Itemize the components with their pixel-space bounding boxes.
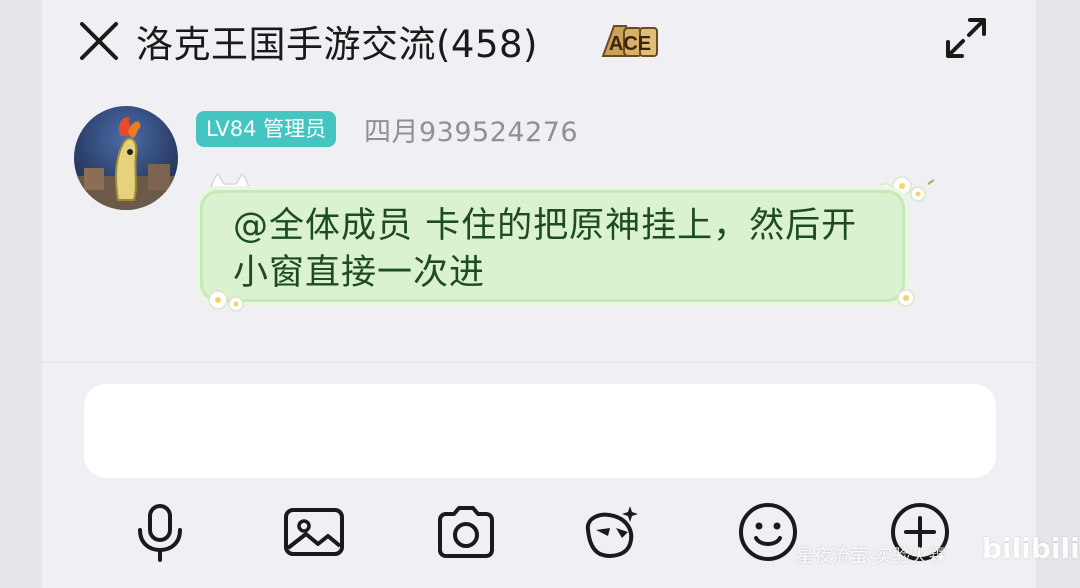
avatar-image xyxy=(74,117,178,210)
chat-header: 洛克王国手游交流(458) ACE xyxy=(0,0,1080,80)
ace-badge-label: ACE xyxy=(609,33,651,55)
emoji-button[interactable] xyxy=(736,500,800,564)
divider xyxy=(42,362,1036,363)
message-input[interactable] xyxy=(84,384,996,478)
watermark-text: 星夜流萤-实验火霖 xyxy=(796,546,947,567)
image-icon xyxy=(284,508,344,556)
message-bubble[interactable]: @全体成员 卡住的把原神挂上，然后开小窗直接一次进 xyxy=(192,170,937,320)
flower-decoration-icon xyxy=(897,289,915,307)
close-button[interactable] xyxy=(78,20,120,62)
sticker-icon xyxy=(585,506,638,558)
left-edge xyxy=(0,0,42,588)
level-admin-badge: LV84 管理员 xyxy=(196,111,337,147)
message-text: @全体成员 卡住的把原神挂上，然后开小窗直接一次进 xyxy=(233,206,858,293)
camera-button[interactable] xyxy=(434,500,498,564)
close-icon xyxy=(80,22,118,60)
voice-button[interactable] xyxy=(128,500,192,564)
expand-icon xyxy=(946,18,986,58)
bilibili-watermark: bilibili xyxy=(982,532,1080,565)
message-bubble-body: @全体成员 卡住的把原神挂上，然后开小窗直接一次进 xyxy=(200,190,905,302)
avatar[interactable] xyxy=(74,106,178,210)
ace-badge-icon: ACE xyxy=(600,20,660,60)
microphone-icon xyxy=(138,504,182,562)
right-edge xyxy=(1036,0,1080,588)
flower-decoration-icon xyxy=(208,290,244,312)
camera-icon xyxy=(438,506,494,558)
sender-nickname[interactable]: 四月939524276 xyxy=(364,110,578,149)
emoji-icon xyxy=(739,503,797,561)
sticker-button[interactable] xyxy=(580,500,644,564)
group-title: 洛克王国手游交流(458) xyxy=(136,23,538,66)
image-button[interactable] xyxy=(282,500,346,564)
expand-button[interactable] xyxy=(942,14,990,62)
